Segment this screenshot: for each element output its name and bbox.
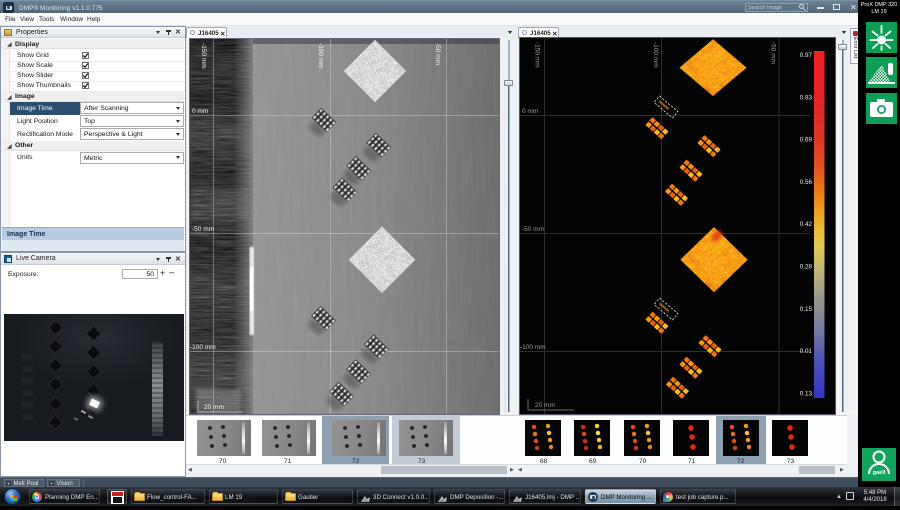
- svg-text:0.42: 0.42: [800, 221, 813, 228]
- svg-text:0.97: 0.97: [800, 52, 813, 59]
- svg-text:-100 mm: -100 mm: [317, 43, 324, 69]
- svg-text:-100 mm: -100 mm: [190, 344, 216, 351]
- svg-text:0.13: 0.13: [800, 390, 813, 397]
- svg-text:-50 mm: -50 mm: [192, 226, 214, 233]
- svg-text:-150 mm: -150 mm: [200, 43, 207, 69]
- svg-text:0.01: 0.01: [800, 348, 813, 355]
- svg-text:0.83: 0.83: [800, 94, 813, 101]
- svg-text:0.56: 0.56: [800, 179, 813, 186]
- svg-text:0 mm: 0 mm: [522, 108, 538, 115]
- svg-text:-50 mm: -50 mm: [770, 42, 777, 64]
- svg-text:0.69: 0.69: [800, 137, 813, 144]
- svg-text:-50 mm: -50 mm: [434, 43, 441, 65]
- svg-text:0.15: 0.15: [800, 306, 813, 313]
- svg-text:-50 mm: -50 mm: [522, 226, 544, 233]
- svg-text:-150 mm: -150 mm: [534, 42, 541, 68]
- svg-text:0.28: 0.28: [800, 264, 813, 271]
- svg-text:20 mm: 20 mm: [204, 404, 224, 411]
- svg-text:-100 mm: -100 mm: [652, 42, 659, 68]
- svg-text:20 mm: 20 mm: [535, 402, 555, 409]
- svg-text:0 mm: 0 mm: [192, 108, 208, 115]
- svg-text:-100 mm: -100 mm: [520, 344, 546, 351]
